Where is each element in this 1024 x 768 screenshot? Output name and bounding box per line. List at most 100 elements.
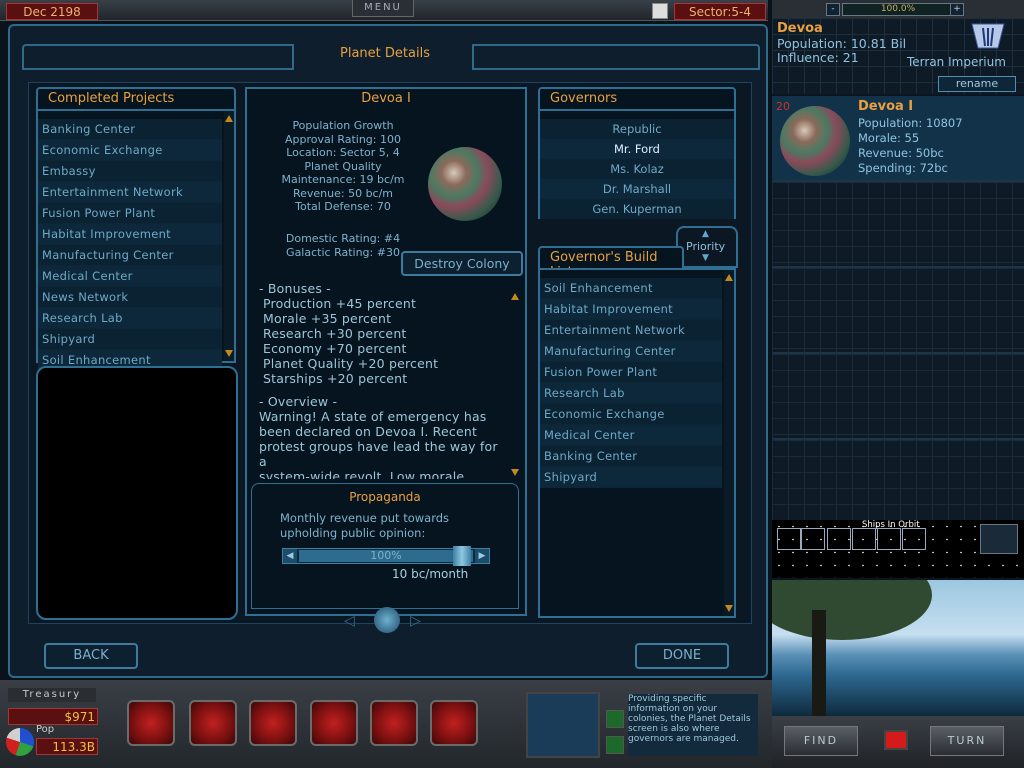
build-list-item[interactable]: Shipyard xyxy=(540,467,722,488)
alert-indicator[interactable] xyxy=(884,730,908,750)
ship-icon[interactable] xyxy=(777,528,801,550)
previous-planet-icon[interactable]: ◁ xyxy=(344,613,355,629)
description-scroll-down-icon[interactable] xyxy=(511,469,519,476)
ship-icon[interactable] xyxy=(877,528,901,550)
colonies-button[interactable] xyxy=(189,700,237,746)
completed-project-item[interactable]: Embassy xyxy=(38,161,222,182)
empire-logo-icon xyxy=(970,20,1006,52)
advisor-portrait[interactable] xyxy=(526,692,600,758)
planet-stat: Population Growth xyxy=(292,119,394,132)
planet-slot-4[interactable] xyxy=(772,354,1024,440)
propaganda-amount: 10 bc/month xyxy=(392,567,469,581)
foliage xyxy=(772,580,932,640)
scroll-down-icon[interactable] xyxy=(225,350,233,357)
fleet-toggle-icon[interactable] xyxy=(980,524,1018,554)
turn-button[interactable]: TURN xyxy=(930,726,1004,756)
build-list-item[interactable]: Habitat Improvement xyxy=(540,299,722,320)
slider-handle[interactable] xyxy=(453,546,471,566)
build-scrollbar[interactable] xyxy=(724,270,734,616)
build-scroll-up-icon[interactable] xyxy=(725,274,733,281)
governor-item[interactable]: Dr. Marshall xyxy=(540,179,734,199)
grid-toggle-icon[interactable] xyxy=(652,3,668,19)
ship-icon[interactable] xyxy=(827,528,851,550)
completed-project-item[interactable]: News Network xyxy=(38,287,222,308)
description-scroll-up-icon[interactable] xyxy=(511,293,519,300)
build-list-item[interactable]: Fusion Power Plant xyxy=(540,362,722,383)
governor-item[interactable]: Mr. Ford xyxy=(540,139,734,159)
priority-control[interactable]: ▲ Priority ▼ xyxy=(676,226,738,268)
completed-project-item[interactable]: Banking Center xyxy=(38,119,222,140)
completed-projects-panel: Banking Center Economic Exchange Embassy En… xyxy=(36,109,236,371)
completed-projects-title: Completed Projects xyxy=(48,91,175,106)
completed-project-item[interactable]: Habitat Improvement xyxy=(38,224,222,245)
overview-header: - Overview - xyxy=(259,394,338,409)
system-name: Devoa xyxy=(777,21,823,36)
zoom-in-button[interactable]: + xyxy=(950,3,964,16)
propaganda-title: Propaganda xyxy=(349,490,421,504)
species-pie-icon[interactable] xyxy=(6,728,34,756)
scroll-up-icon[interactable] xyxy=(225,115,233,122)
completed-project-item[interactable]: Medical Center xyxy=(38,266,222,287)
planet-stat: Total Defense: 70 xyxy=(295,200,391,213)
completed-project-item[interactable]: Manufacturing Center xyxy=(38,245,222,266)
build-list-item[interactable]: Economic Exchange xyxy=(540,404,722,425)
zoom-level[interactable]: 100.0% xyxy=(842,3,954,16)
research-button[interactable] xyxy=(249,700,297,746)
next-planet-icon[interactable]: ▷ xyxy=(410,613,421,629)
advisor-down-icon[interactable] xyxy=(606,736,624,754)
completed-project-item[interactable]: Fusion Power Plant xyxy=(38,203,222,224)
treasury-label: Treasury xyxy=(8,688,96,702)
planet-slot-5[interactable] xyxy=(772,440,1024,522)
ship-design-button[interactable] xyxy=(310,700,358,746)
governor-item[interactable]: Gen. Kuperman xyxy=(540,199,734,219)
build-list-item[interactable]: Medical Center xyxy=(540,425,722,446)
back-button[interactable]: BACK xyxy=(44,643,138,669)
completed-project-item[interactable]: Entertainment Network xyxy=(38,182,222,203)
planet-globe-icon[interactable] xyxy=(374,607,400,633)
completed-scrollbar[interactable] xyxy=(224,111,234,361)
planet-description: - Bonuses - Production +45 percent Morale… xyxy=(253,281,503,479)
planet-slot-3[interactable] xyxy=(772,268,1024,354)
pop-label: Pop xyxy=(36,724,55,735)
completed-project-item[interactable]: Economic Exchange xyxy=(38,140,222,161)
ship-icon[interactable] xyxy=(801,528,825,550)
governor-item[interactable]: Republic xyxy=(540,119,734,139)
build-list-item[interactable]: Banking Center xyxy=(540,446,722,467)
diplomacy-button[interactable] xyxy=(370,700,418,746)
build-list-item[interactable]: Research Lab xyxy=(540,383,722,404)
priority-up-icon[interactable]: ▲ xyxy=(702,229,709,239)
planet-card-name: Devoa I xyxy=(858,99,914,114)
treasury-value: $971 xyxy=(8,708,98,725)
planet-card-spending: Spending: 72bc xyxy=(858,161,948,175)
completed-projects-list: Banking Center Economic Exchange Embassy En… xyxy=(38,119,222,371)
find-button[interactable]: FIND xyxy=(784,726,858,756)
build-list-item[interactable]: Entertainment Network xyxy=(540,320,722,341)
military-button[interactable] xyxy=(430,700,478,746)
bonus-item: Starships +20 percent xyxy=(263,371,408,386)
menu-button[interactable]: MENU xyxy=(352,0,414,17)
ship-icon[interactable] xyxy=(852,528,876,550)
planet-stat: Approval Rating: 100 xyxy=(285,132,401,146)
bonuses-header: - Bonuses - xyxy=(259,281,331,296)
ship-icon[interactable] xyxy=(902,528,926,550)
empire-overview-button[interactable] xyxy=(127,700,175,746)
bonus-item: Planet Quality +20 percent xyxy=(263,356,439,371)
completed-project-item[interactable]: Shipyard xyxy=(38,329,222,350)
planet-slot-2[interactable] xyxy=(772,182,1024,268)
planet-stats: Population Growth Approval Rating: 100 Loc… xyxy=(253,119,433,214)
priority-down-icon[interactable]: ▼ xyxy=(702,253,709,263)
done-button[interactable]: DONE xyxy=(635,643,729,669)
advisor-up-icon[interactable] xyxy=(606,710,624,728)
destroy-colony-button[interactable]: Destroy Colony xyxy=(401,251,523,276)
completed-project-item[interactable]: Research Lab xyxy=(38,308,222,329)
zoom-out-button[interactable]: - xyxy=(826,3,840,16)
planet-card[interactable]: 20 Devoa I Population: 10807 Morale: 55 … xyxy=(772,96,1024,182)
build-scroll-down-icon[interactable] xyxy=(725,605,733,612)
governor-item[interactable]: Ms. Kolaz xyxy=(540,159,734,179)
build-list-item[interactable]: Soil Enhancement xyxy=(540,278,722,299)
propaganda-slider[interactable]: ◀ ▶ 100% xyxy=(282,546,490,566)
rename-button[interactable]: rename xyxy=(938,76,1016,92)
bonus-item: Economy +70 percent xyxy=(263,341,407,356)
governors-list: Republic Mr. Ford Ms. Kolaz Dr. Marshall Gen… xyxy=(540,119,734,219)
build-list-item[interactable]: Manufacturing Center xyxy=(540,341,722,362)
